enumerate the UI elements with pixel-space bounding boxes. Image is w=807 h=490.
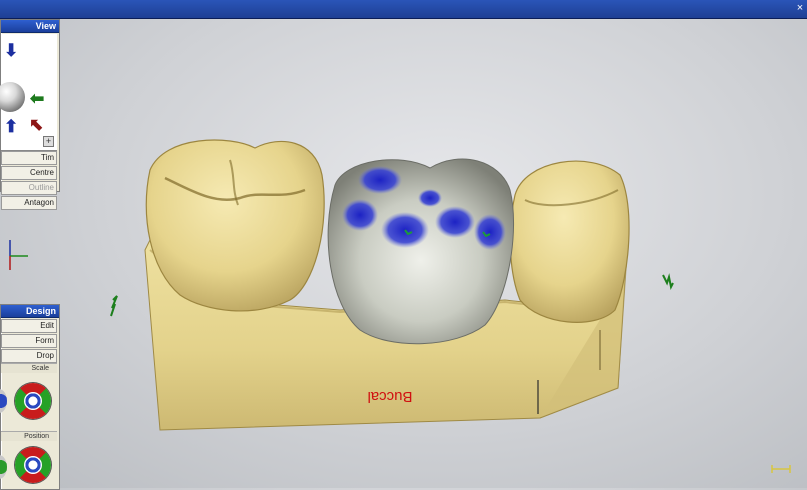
crown-restoration xyxy=(327,158,515,345)
position-control-icon[interactable] xyxy=(15,447,51,483)
view-panel-title: View xyxy=(1,20,59,33)
arrow-up-icon[interactable]: ⬇ xyxy=(4,42,18,59)
view-panel: View ⬇ ⬅ ⬆ ⬉ + Tim Centre Outline Antago… xyxy=(0,19,60,210)
view-button-centre[interactable]: Centre xyxy=(1,166,57,180)
view-button-tim[interactable]: Tim xyxy=(1,151,57,165)
view-orientation-control[interactable]: ⬇ ⬅ ⬆ ⬉ + xyxy=(0,34,57,151)
view-button-outline: Outline xyxy=(1,181,57,195)
design-panel-title: Design xyxy=(1,305,59,318)
position-section-label: Position xyxy=(1,431,57,441)
design-button-list: Edit Form Drop xyxy=(1,319,57,364)
arrow-down-icon[interactable]: ⬆ xyxy=(4,118,18,135)
buccal-annotation: Buccal xyxy=(367,388,412,405)
design-button-form[interactable]: Form xyxy=(1,334,57,348)
view-sphere-icon[interactable] xyxy=(0,82,25,112)
view-button-list: Tim Centre Outline Antagon xyxy=(1,151,57,211)
scale-bar-icon xyxy=(771,465,791,473)
left-molar xyxy=(145,139,325,312)
scale-section-label: Scale xyxy=(1,363,57,373)
scale-rotate-icon[interactable] xyxy=(0,389,7,413)
arrow-diagonal-red-icon[interactable]: ⬉ xyxy=(29,116,43,133)
arrow-left-green-icon[interactable]: ⬅ xyxy=(30,90,44,107)
design-button-edit[interactable]: Edit xyxy=(1,319,57,333)
3d-viewport[interactable]: Buccal xyxy=(0,0,807,488)
design-button-drop[interactable]: Drop xyxy=(1,349,57,363)
axis-triad-icon xyxy=(9,240,28,270)
expand-button[interactable]: + xyxy=(43,136,54,147)
right-premolar xyxy=(509,160,630,323)
design-panel: Design Edit Form Drop Scale Position xyxy=(0,304,60,490)
view-button-antagonist[interactable]: Antagon xyxy=(1,196,57,210)
scale-control-icon[interactable] xyxy=(15,383,51,419)
position-rotate-icon[interactable] xyxy=(0,455,7,479)
